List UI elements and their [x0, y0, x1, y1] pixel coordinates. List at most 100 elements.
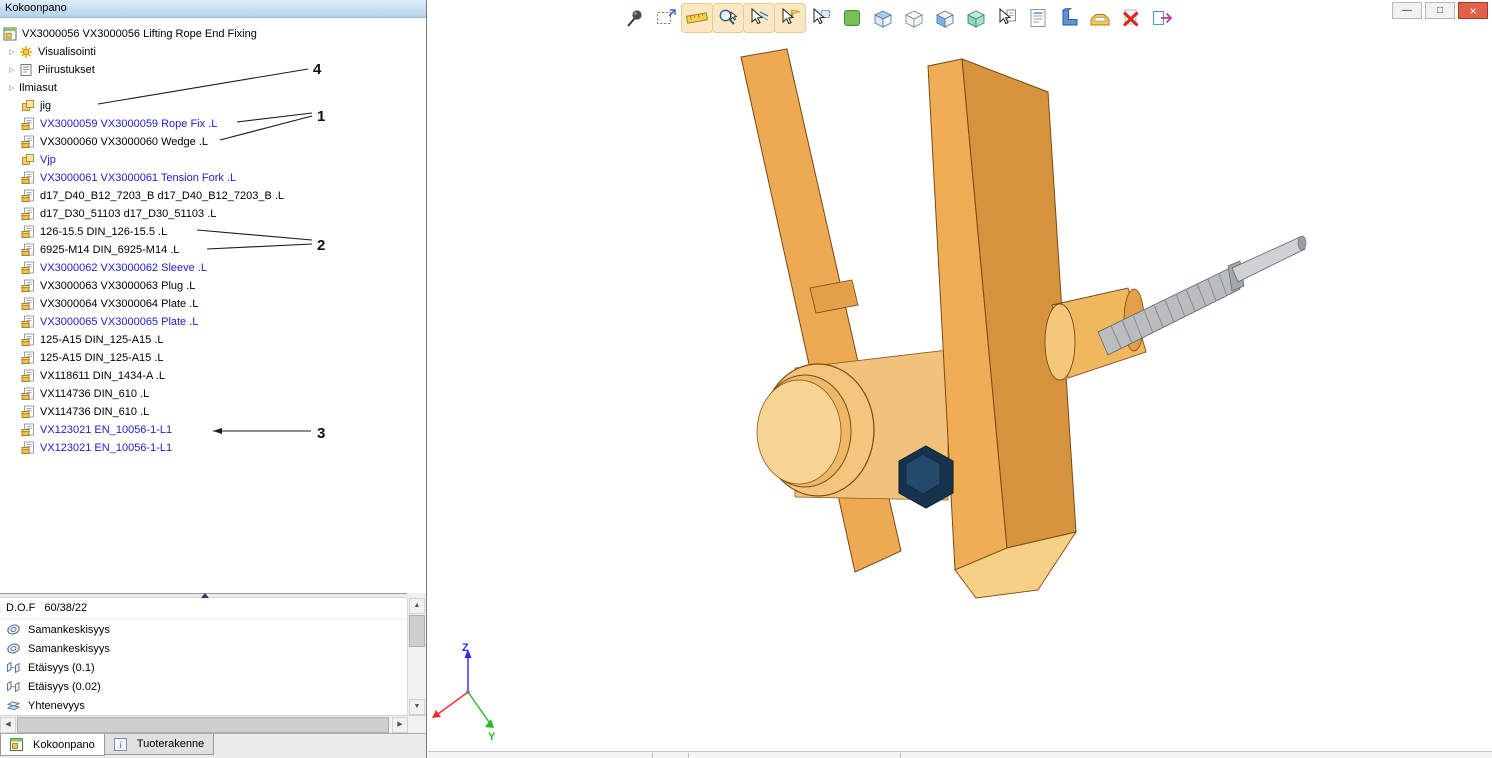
- tree-item-label: VX3000059 VX3000059 Rope Fix .L: [40, 118, 217, 130]
- tree-item[interactable]: VX3000063 VX3000063 Plug .L: [0, 277, 426, 295]
- tree-item[interactable]: Vjp: [0, 151, 426, 169]
- dof-scrollbar[interactable]: ▲ ▼: [407, 598, 426, 715]
- tree-item[interactable]: d17_D40_B12_7203_B d17_D40_B12_7203_B .L: [0, 187, 426, 205]
- scroll-down-icon[interactable]: ▼: [409, 699, 425, 715]
- tree-item[interactable]: VX123021 EN_10056-1-L1: [0, 439, 426, 457]
- delete-button[interactable]: [1116, 4, 1146, 32]
- tree-item-label: VX123021 EN_10056-1-L1: [40, 424, 172, 436]
- tree-item[interactable]: VX114736 DIN_610 .L: [0, 385, 426, 403]
- model-viewport[interactable]: —□ ×: [428, 0, 1492, 758]
- scroll-up-icon[interactable]: ▲: [409, 598, 425, 614]
- tree-item[interactable]: ▷Visualisointi: [0, 43, 426, 61]
- tree-item[interactable]: ▷Ilmiasut: [0, 79, 426, 97]
- new-solid-icon: [840, 6, 864, 30]
- constraint-item[interactable]: Samankeskisyys: [0, 639, 407, 658]
- export-button[interactable]: [1147, 4, 1177, 32]
- zoom-select-button[interactable]: [713, 4, 743, 32]
- constraint-item[interactable]: Etäisyys (0.02): [0, 677, 407, 696]
- scroll-left-icon[interactable]: ◀: [0, 717, 16, 733]
- status-bar: [428, 751, 1492, 758]
- panel-title: Kokoonpano: [5, 2, 67, 14]
- tree-item-label: 125-A15 DIN_125-A15 .L: [40, 334, 164, 346]
- scroll-right-icon[interactable]: ▶: [392, 717, 408, 733]
- tree-item[interactable]: 126-15.5 DIN_126-15.5 .L: [0, 223, 426, 241]
- hscroll-thumb[interactable]: [17, 717, 389, 733]
- tree-hscrollbar[interactable]: ◀ ▶: [0, 715, 426, 733]
- expand-arrow-icon[interactable]: ▷: [9, 84, 19, 92]
- tree-part-icon: [21, 207, 37, 222]
- model-3d-view[interactable]: Z Y: [428, 0, 1492, 758]
- select-sheet-button[interactable]: [992, 4, 1022, 32]
- profile-icon: [1057, 6, 1081, 30]
- constraint-item[interactable]: Samankeskisyys: [0, 620, 407, 639]
- tree-item-label: 126-15.5 DIN_126-15.5 .L: [40, 226, 167, 238]
- export-icon: [1150, 6, 1174, 30]
- tree-item[interactable]: 125-A15 DIN_125-A15 .L: [0, 331, 426, 349]
- select-edge-button[interactable]: [744, 4, 774, 32]
- tree-item[interactable]: VX3000065 VX3000065 Plate .L: [0, 313, 426, 331]
- feature-list-icon: [1026, 6, 1050, 30]
- feature-list-button[interactable]: [1023, 4, 1053, 32]
- tree-item-label: VX123021 EN_10056-1-L1: [40, 442, 172, 454]
- axis-z-label: Z: [462, 642, 469, 654]
- tree-item-label: Vjp: [40, 154, 56, 166]
- cube-face-button[interactable]: [930, 4, 960, 32]
- constraint-label: Etäisyys (0.1): [28, 662, 95, 674]
- minimize-button[interactable]: —: [1392, 2, 1422, 19]
- panel-title-bar: Kokoonpano: [0, 0, 426, 18]
- select-box-button[interactable]: [806, 4, 836, 32]
- expand-arrow-icon[interactable]: ▷: [9, 66, 19, 74]
- tree-part-icon: [21, 117, 37, 132]
- tree-item-label: VX3000060 VX3000060 Wedge .L: [40, 136, 208, 148]
- tree-item[interactable]: VX3000060 VX3000060 Wedge .L: [0, 133, 426, 151]
- profile-button[interactable]: [1054, 4, 1084, 32]
- tree-item[interactable]: VX3000061 VX3000061 Tension Fork .L: [0, 169, 426, 187]
- constraint-label: Samankeskisyys: [28, 624, 110, 636]
- tree-part-icon: [21, 387, 37, 402]
- select-flag-button[interactable]: [775, 4, 805, 32]
- tree-item[interactable]: VX3000056 VX3000056 Lifting Rope End Fix…: [0, 25, 426, 43]
- tree-item[interactable]: VX3000059 VX3000059 Rope Fix .L: [0, 115, 426, 133]
- dof-title: D.O.F: [6, 602, 35, 614]
- tree-item[interactable]: 125-A15 DIN_125-A15 .L: [0, 349, 426, 367]
- tree-item[interactable]: VX118611 DIN_1434-A .L: [0, 367, 426, 385]
- constraint-label: Etäisyys (0.02): [28, 681, 101, 693]
- panel-tabs: KokoonpanoiTuoterakenne: [0, 733, 426, 758]
- tree-item[interactable]: jig: [0, 97, 426, 115]
- tree-item[interactable]: ▷Piirustukset: [0, 61, 426, 79]
- solid-box-button[interactable]: [961, 4, 991, 32]
- assembly-panel: Kokoonpano VX3000056 VX3000056 Lifting R…: [0, 0, 427, 758]
- tree-item[interactable]: d17_D30_51103 d17_D30_51103 .L: [0, 205, 426, 223]
- cube-face-icon: [933, 6, 957, 30]
- pin-button[interactable]: [620, 4, 650, 32]
- tree-item-label: VX3000056 VX3000056 Lifting Rope End Fix…: [22, 28, 257, 40]
- tree-item[interactable]: VX3000064 VX3000064 Plate .L: [0, 295, 426, 313]
- tree-item[interactable]: VX3000062 VX3000062 Sleeve .L: [0, 259, 426, 277]
- constraint-item[interactable]: Yhtenevyys: [0, 696, 407, 715]
- tab-tuoterakenne[interactable]: iTuoterakenne: [104, 734, 214, 755]
- tree-item-label: VX114736 DIN_610 .L: [40, 406, 149, 418]
- new-solid-button[interactable]: [837, 4, 867, 32]
- select-box-icon: [809, 6, 833, 30]
- measure-button[interactable]: [682, 4, 712, 32]
- output-tray-button[interactable]: [1085, 4, 1115, 32]
- tree-part-icon: [21, 243, 37, 258]
- output-tray-icon: [1088, 6, 1112, 30]
- tree-item[interactable]: VX114736 DIN_610 .L: [0, 403, 426, 421]
- tree-item[interactable]: VX123021 EN_10056-1-L1: [0, 421, 426, 439]
- close-icon: ×: [1469, 4, 1476, 18]
- assembly-tab-icon: [10, 737, 26, 752]
- tree-part-icon: [21, 189, 37, 204]
- close-button[interactable]: ×: [1458, 2, 1488, 19]
- scroll-thumb[interactable]: [409, 615, 425, 647]
- constraint-item[interactable]: Etäisyys (0.1): [0, 658, 407, 677]
- cube-wire-button[interactable]: [899, 4, 929, 32]
- tab-kokoonpano[interactable]: Kokoonpano: [0, 734, 105, 756]
- zoom-fit-button[interactable]: [651, 4, 681, 32]
- tree-part-icon: [21, 333, 37, 348]
- maximize-button[interactable]: □: [1425, 2, 1455, 19]
- tree-item[interactable]: 6925-M14 DIN_6925-M14 .L: [0, 241, 426, 259]
- cube-shaded-button[interactable]: [868, 4, 898, 32]
- expand-arrow-icon[interactable]: ▷: [9, 48, 19, 56]
- info-tab-icon: i: [114, 737, 130, 752]
